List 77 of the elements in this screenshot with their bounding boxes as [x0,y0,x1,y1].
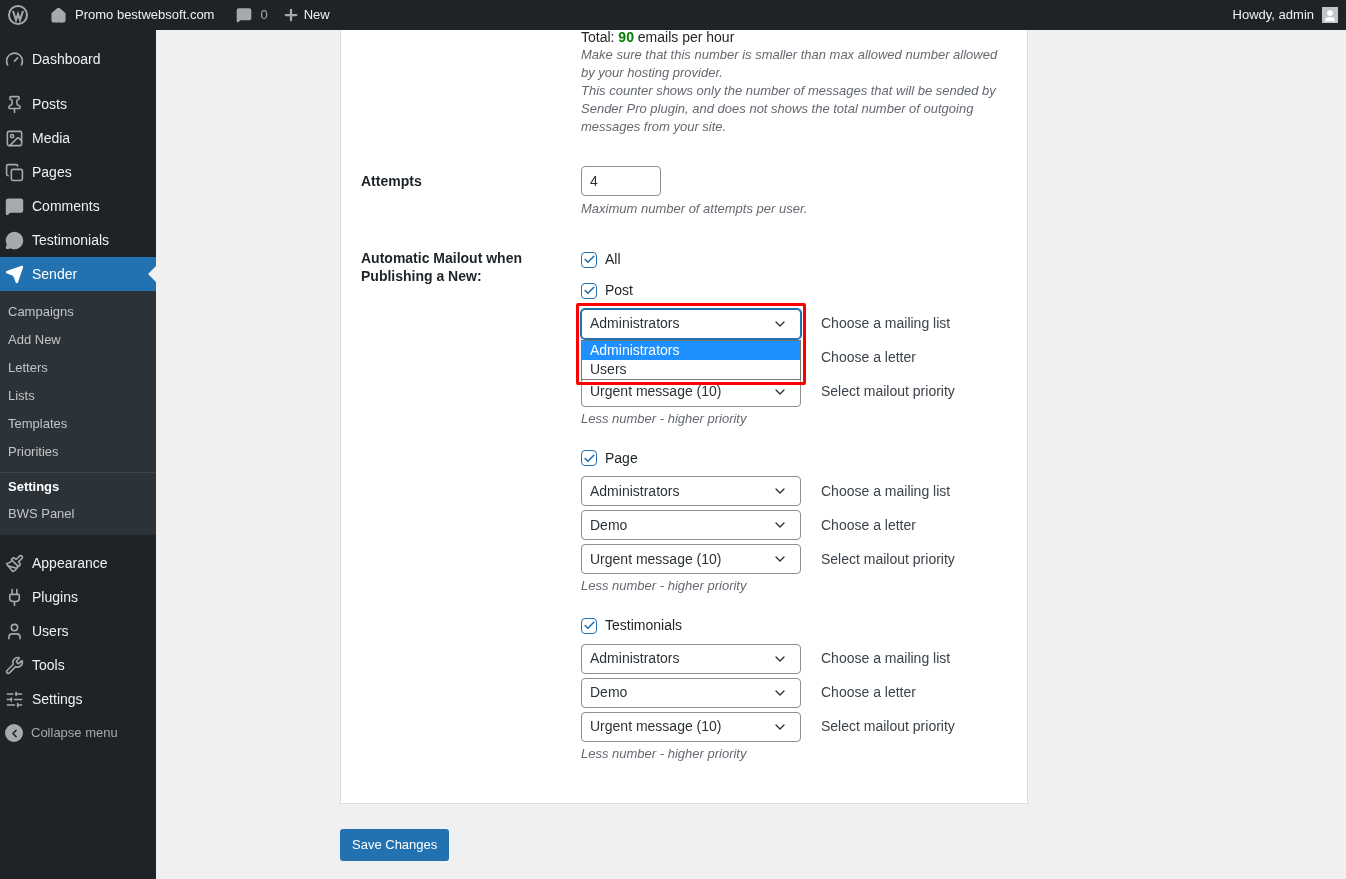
description-text: Less number - higher priority [581,409,748,428]
checkbox[interactable] [581,450,597,466]
checkbox[interactable] [581,282,597,299]
collapse-menu-button[interactable]: Collapse menu [0,716,156,750]
description-text: This counter shows only the number of messages that will be sended by Sender Pro plugin, and does not shows the total number of outgoing messages from your site. [581,82,997,136]
submenu-item[interactable]: Priorities [0,438,156,466]
dropdown-select[interactable]: Demo [581,510,801,540]
home-icon [50,6,67,24]
select-caption: Select mailout priority [821,717,955,736]
gauge-icon [5,49,24,69]
description-text: Make sure that this number is smaller than max allowed number allowed by your hosting provider. [581,46,999,82]
description-text: Less number - higher priority [581,744,748,763]
field-label: Automatic Mailout when Publishing a New: [361,248,523,286]
menu-item[interactable]: Settings [0,682,156,716]
save-changes-button[interactable]: Save Changes [340,829,450,861]
select-caption: Select mailout priority [821,549,955,569]
chat-bubble-icon [5,230,24,250]
person-icon [5,621,24,641]
menu-item[interactable]: Comments [0,189,156,223]
submenu-item[interactable]: Settings [0,472,156,500]
current-pointer-icon [148,266,156,282]
wrench-icon [5,655,24,675]
account-link[interactable]: Howdy, admin [1232,5,1338,25]
submenu-item[interactable]: Lists [0,382,156,410]
menu-item[interactable]: Dashboard [0,42,156,76]
pin-icon [5,94,24,114]
select-caption: Choose a letter [821,683,916,702]
menu-item[interactable]: Media [0,121,156,155]
menu-item[interactable]: Posts [0,87,156,121]
sliders-icon [5,689,24,709]
site-name-link[interactable]: Promo bestwebsoft.com [42,5,215,25]
dropdown-select[interactable]: Administrators [581,643,801,674]
dropdown-select[interactable]: Administrators [581,308,801,339]
dropdown-select[interactable]: Administrators [581,476,801,506]
checkbox-label: All [605,250,621,269]
field-label: Attempts [361,172,423,191]
menu-item[interactable]: Users [0,614,156,648]
submenu-item[interactable]: Letters [0,354,156,382]
total-text: Total: 90 emails per hour [581,28,736,46]
menu-item[interactable]: Pages [0,155,156,189]
menu-item[interactable]: Appearance [0,546,156,580]
menu-item[interactable]: Testimonials [0,223,156,257]
description-text: Less number - higher priority [581,577,748,595]
select-caption: Choose a mailing list [821,649,951,668]
comments-link[interactable]: 0 [228,5,268,25]
logo-icon[interactable] [8,5,28,25]
submenu-item[interactable]: BWS Panel [0,500,156,528]
select-caption: Choose a letter [821,515,916,535]
submenu-item[interactable]: Campaigns [0,298,156,326]
checkbox[interactable] [581,617,597,634]
submenu-item[interactable]: Templates [0,410,156,438]
image-icon [5,128,24,148]
description-text: Maximum number of attempts per user. [581,200,808,218]
dropdown-select[interactable]: Demo [581,677,801,708]
speech-bubble-icon [5,196,24,216]
attempts-input[interactable]: 4 [581,166,661,196]
select-caption: Choose a mailing list [821,314,951,333]
paper-plane-icon [5,264,24,284]
dropdown-select[interactable]: Urgent message (10) [581,711,801,742]
menu-item[interactable]: Sender [0,257,156,291]
dropdown-option[interactable]: Users [582,359,800,379]
checkbox-label: Post [605,281,633,300]
dropdown-select[interactable]: Urgent message (10) [581,544,801,574]
speech-bubble-icon [236,7,253,23]
checkbox-label: Testimonials [605,616,683,635]
new-link[interactable]: New [281,5,330,25]
avatar-icon [1322,7,1338,23]
checkbox-label: Page [605,448,638,468]
pages-icon [5,162,24,182]
select-caption: Select mailout priority [821,382,955,401]
select-caption: Choose a mailing list [821,481,951,501]
menu-item[interactable]: Tools [0,648,156,682]
paintbrush-icon [5,553,24,573]
select-caption: Choose a letter [821,348,916,367]
submenu-item[interactable]: Add New [0,326,156,354]
menu-item[interactable]: Plugins [0,580,156,614]
checkbox[interactable] [581,251,597,268]
